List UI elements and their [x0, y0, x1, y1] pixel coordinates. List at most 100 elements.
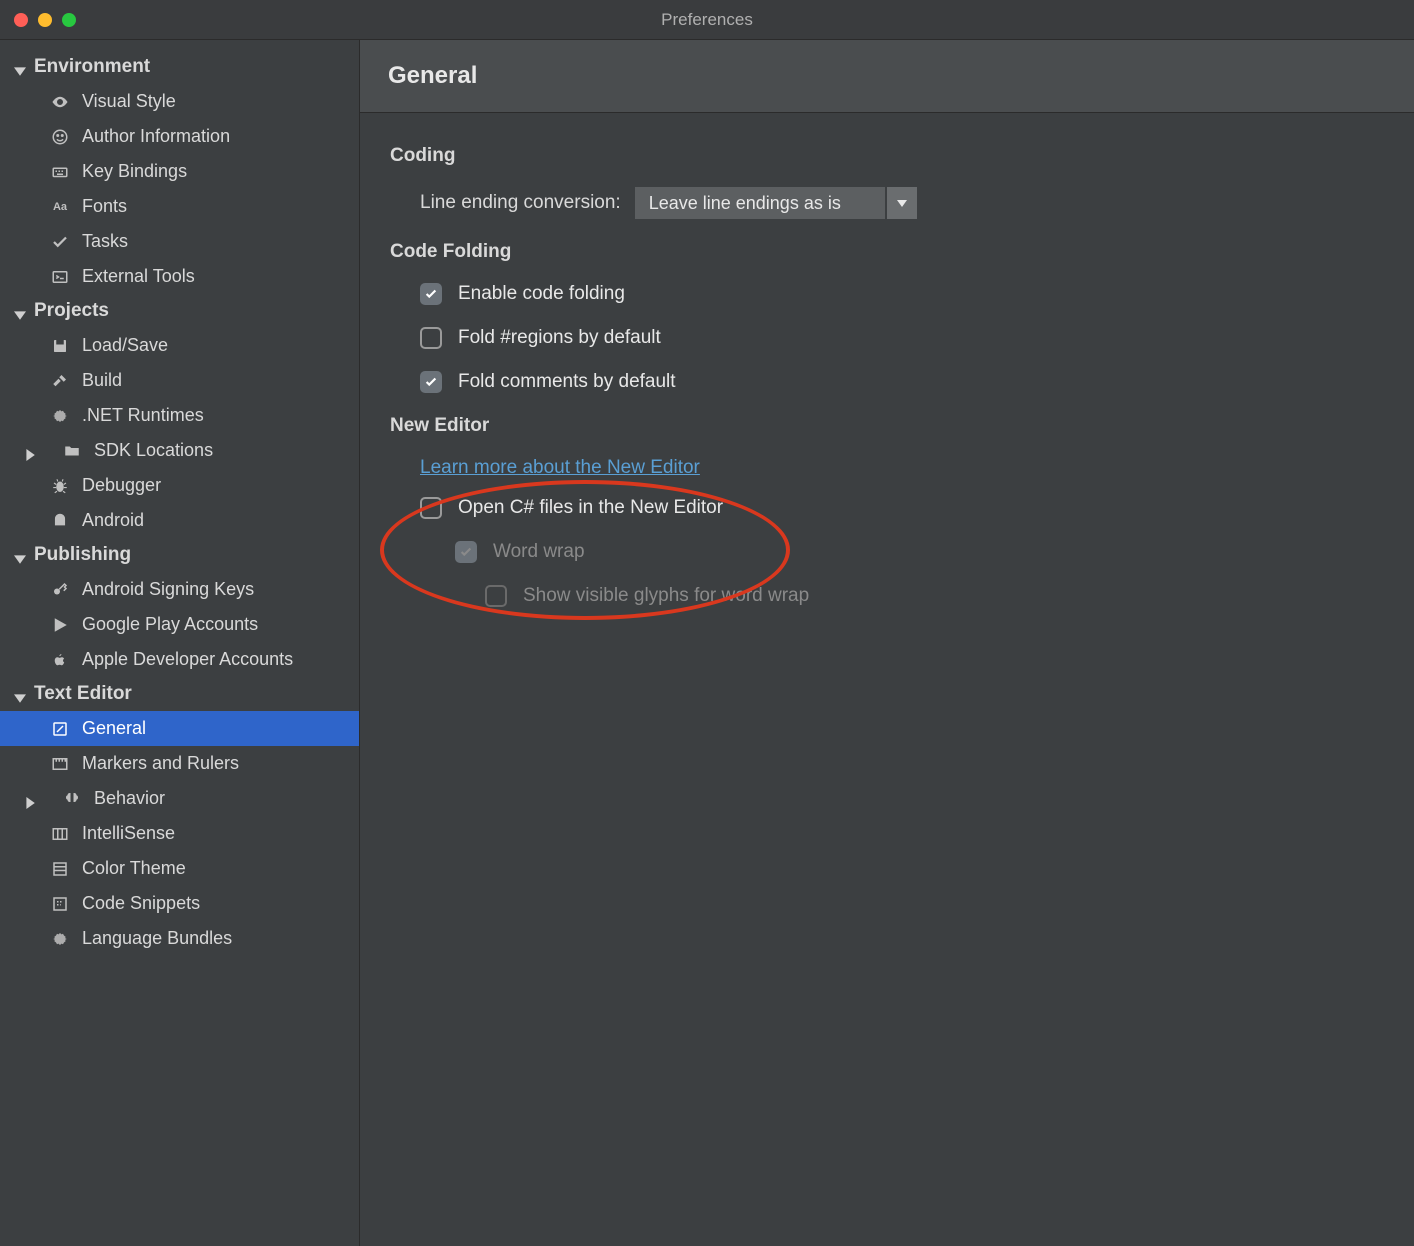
sidebar-item-sdk-locations[interactable]: SDK Locations [0, 433, 359, 468]
pencil-icon [50, 719, 70, 739]
sidebar-item-code-snippets[interactable]: Code Snippets [0, 886, 359, 921]
terminal-icon [50, 267, 70, 287]
sidebar-item-google-play-accounts[interactable]: Google Play Accounts [0, 607, 359, 642]
sidebar-item-markers-rulers[interactable]: Markers and Rulers [0, 746, 359, 781]
sidebar-item-build[interactable]: Build [0, 363, 359, 398]
disclosure-down-icon [14, 549, 26, 561]
disclosure-right-icon [24, 445, 36, 457]
sidebar-item-fonts[interactable]: Aa Fonts [0, 189, 359, 224]
apple-icon [50, 650, 70, 670]
sidebar-item-android[interactable]: Android [0, 503, 359, 538]
sidebar-item-intellisense[interactable]: IntelliSense [0, 816, 359, 851]
word-wrap-checkbox [455, 541, 477, 563]
sidebar-item-tasks[interactable]: Tasks [0, 224, 359, 259]
sidebar-item-label: Tasks [82, 231, 128, 252]
sidebar-item-label: Markers and Rulers [82, 753, 239, 774]
group-label: Text Editor [34, 683, 132, 705]
sidebar-item-label: Behavior [94, 788, 165, 809]
enable-folding-checkbox[interactable] [420, 283, 442, 305]
show-glyphs-label: Show visible glyphs for word wrap [523, 585, 809, 607]
sidebar-item-label: SDK Locations [94, 440, 213, 461]
sidebar-item-label: Apple Developer Accounts [82, 649, 293, 670]
sidebar-item-label: External Tools [82, 266, 195, 287]
hammer-icon [50, 371, 70, 391]
gear-icon [50, 406, 70, 426]
sidebar-item-label: Fonts [82, 196, 127, 217]
group-label: Publishing [34, 544, 131, 566]
brain-icon [62, 789, 82, 809]
sidebar-item-label: Key Bindings [82, 161, 187, 182]
palette-icon [50, 859, 70, 879]
sidebar-item-external-tools[interactable]: External Tools [0, 259, 359, 294]
fonts-icon: Aa [50, 197, 70, 217]
line-ending-value: Leave line endings as is [635, 187, 885, 219]
snippet-icon [50, 894, 70, 914]
window-title: Preferences [0, 10, 1414, 30]
open-csharp-label: Open C# files in the New Editor [458, 497, 723, 519]
fold-regions-label: Fold #regions by default [458, 327, 661, 349]
sidebar-item-debugger[interactable]: Debugger [0, 468, 359, 503]
play-icon [50, 615, 70, 635]
sidebar-item-label: Android Signing Keys [82, 579, 254, 600]
learn-more-link[interactable]: Learn more about the New Editor [420, 457, 700, 479]
section-new-editor-title: New Editor [390, 415, 1384, 437]
sidebar-item-visual-style[interactable]: Visual Style [0, 84, 359, 119]
section-folding-title: Code Folding [390, 241, 1384, 263]
disclosure-down-icon [14, 688, 26, 700]
enable-folding-label: Enable code folding [458, 283, 625, 305]
fold-comments-label: Fold comments by default [458, 371, 676, 393]
sidebar-item-label: Code Snippets [82, 893, 200, 914]
sidebar-item-key-bindings[interactable]: Key Bindings [0, 154, 359, 189]
sidebar-item-label: .NET Runtimes [82, 405, 204, 426]
preferences-panel: General Coding Line ending conversion: L… [360, 40, 1414, 1246]
sidebar-item-label: Author Information [82, 126, 230, 147]
sidebar-item-net-runtimes[interactable]: .NET Runtimes [0, 398, 359, 433]
fold-comments-checkbox[interactable] [420, 371, 442, 393]
sidebar-item-load-save[interactable]: Load/Save [0, 328, 359, 363]
sidebar-item-label: Visual Style [82, 91, 176, 112]
group-label: Environment [34, 56, 150, 78]
sidebar-item-label: Debugger [82, 475, 161, 496]
sidebar-item-android-signing-keys[interactable]: Android Signing Keys [0, 572, 359, 607]
sidebar-item-language-bundles[interactable]: Language Bundles [0, 921, 359, 956]
line-ending-select[interactable]: Leave line endings as is [635, 187, 917, 219]
gear-icon [50, 929, 70, 949]
disclosure-down-icon [14, 305, 26, 317]
sidebar-item-label: Android [82, 510, 144, 531]
sidebar-item-apple-developer-accounts[interactable]: Apple Developer Accounts [0, 642, 359, 677]
disclosure-down-icon [14, 61, 26, 73]
group-label: Projects [34, 300, 109, 322]
fold-regions-checkbox[interactable] [420, 327, 442, 349]
sidebar-group-publishing[interactable]: Publishing [0, 538, 359, 572]
sidebar-item-behavior[interactable]: Behavior [0, 781, 359, 816]
ruler-icon [50, 754, 70, 774]
sidebar-item-label: Color Theme [82, 858, 186, 879]
open-csharp-new-editor-checkbox[interactable] [420, 497, 442, 519]
sidebar-item-label: Language Bundles [82, 928, 232, 949]
titlebar: Preferences [0, 0, 1414, 40]
panel-title: General [360, 40, 1414, 113]
sidebar-item-color-theme[interactable]: Color Theme [0, 851, 359, 886]
check-icon [50, 232, 70, 252]
show-glyphs-checkbox [485, 585, 507, 607]
smiley-icon [50, 127, 70, 147]
folder-icon [62, 441, 82, 461]
disclosure-right-icon [24, 793, 36, 805]
sidebar-item-general[interactable]: General [0, 711, 359, 746]
bug-icon [50, 476, 70, 496]
disk-icon [50, 336, 70, 356]
eye-icon [50, 92, 70, 112]
word-wrap-label: Word wrap [493, 541, 585, 563]
sidebar-group-projects[interactable]: Projects [0, 294, 359, 328]
android-icon [50, 511, 70, 531]
sidebar-item-label: Build [82, 370, 122, 391]
sidebar-group-text-editor[interactable]: Text Editor [0, 677, 359, 711]
sidebar-item-label: Google Play Accounts [82, 614, 258, 635]
key-icon [50, 580, 70, 600]
preferences-sidebar: Environment Visual Style Author Informat… [0, 40, 360, 1246]
sidebar-group-environment[interactable]: Environment [0, 50, 359, 84]
sidebar-item-label: IntelliSense [82, 823, 175, 844]
line-ending-label: Line ending conversion: [420, 192, 621, 214]
sidebar-item-author-information[interactable]: Author Information [0, 119, 359, 154]
chevron-down-icon [887, 187, 917, 219]
